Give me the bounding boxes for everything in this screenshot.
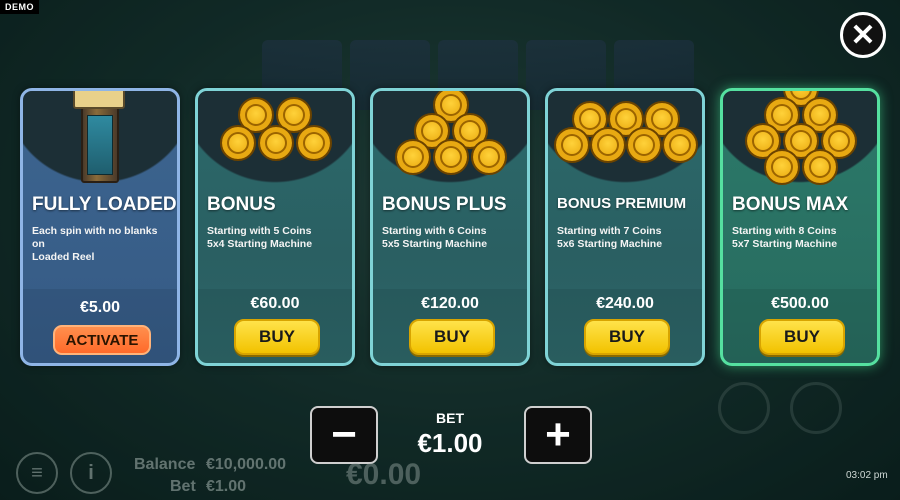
coin-icon: [471, 139, 507, 175]
tower-screen-icon: [87, 115, 113, 175]
card-bonus-max: BONUS MAX Starting with 8 Coins 5x7 Star…: [720, 88, 880, 366]
coin-icon: [296, 125, 332, 161]
description-line: Starting with 6 Coins: [382, 225, 487, 237]
description-line: 5x6 Starting Machine: [557, 238, 663, 250]
card-bonus: BONUS Starting with 5 Coins 5x4 Starting…: [195, 88, 355, 366]
coin-icon: [220, 125, 256, 161]
card-fully-loaded: FULLY LOADED Each spin with no blanks on…: [20, 88, 180, 366]
close-button[interactable]: ✕: [840, 12, 886, 58]
card-art: [723, 91, 877, 185]
description-line: 5x7 Starting Machine: [732, 238, 838, 250]
card-description: Starting with 6 Coins 5x5 Starting Machi…: [382, 225, 521, 251]
card-description: Starting with 7 Coins 5x6 Starting Machi…: [557, 225, 696, 251]
balance-label: Balance: [134, 456, 196, 473]
coin-icon: [433, 139, 469, 175]
buy-button[interactable]: BUY: [409, 319, 495, 355]
card-art: [373, 91, 527, 183]
coin-icon: [802, 149, 838, 185]
description-line: Starting with 7 Coins: [557, 225, 662, 237]
menu-icon: ≡: [16, 452, 58, 494]
tower-cap-icon: [73, 91, 125, 109]
card-title: BONUS PREMIUM: [557, 195, 687, 212]
description-line: 5x4 Starting Machine: [207, 238, 313, 250]
description-line: 5x5 Starting Machine: [382, 238, 488, 250]
activate-button[interactable]: ACTIVATE: [53, 325, 151, 355]
card-art: [23, 91, 177, 183]
buy-button[interactable]: BUY: [234, 319, 320, 355]
card-price: €120.00: [421, 295, 479, 312]
card-bonus-premium: BONUS PREMIUM Starting with 7 Coins 5x6 …: [545, 88, 705, 366]
card-art: [198, 91, 352, 183]
card-price: €240.00: [596, 295, 654, 312]
bet-label: BET: [436, 410, 464, 426]
card-title: BONUS PLUS: [382, 194, 507, 215]
coin-icon: [626, 127, 662, 163]
buy-button[interactable]: BUY: [759, 319, 845, 355]
info-icon: i: [70, 452, 112, 494]
footer-bet-label: Bet: [170, 478, 196, 495]
coin-icon: [258, 125, 294, 161]
bet-value: €1.00: [417, 428, 483, 458]
coin-icon: [662, 127, 698, 163]
description-line: Each spin with no blanks on: [32, 225, 158, 250]
bet-decrease-button[interactable]: −: [310, 406, 378, 464]
card-description: Starting with 5 Coins 5x4 Starting Machi…: [207, 225, 346, 251]
bonus-buy-cards: FULLY LOADED Each spin with no blanks on…: [20, 88, 882, 368]
coin-icon: [590, 127, 626, 163]
demo-badge: DEMO: [0, 0, 39, 14]
win-amount: €0.00: [346, 458, 422, 491]
card-price: €500.00: [771, 295, 829, 312]
description-line: Starting with 5 Coins: [207, 225, 312, 237]
footer-bet-value: €1.00: [206, 478, 247, 495]
card-title: BONUS MAX: [732, 194, 849, 215]
card-title: FULLY LOADED: [32, 194, 177, 215]
card-title: BONUS: [207, 194, 276, 215]
autoplay-button: [790, 382, 842, 434]
card-price: €60.00: [250, 295, 300, 312]
buy-button[interactable]: BUY: [584, 319, 670, 355]
coin-icon: [395, 139, 431, 175]
balance-value: €10,000.00: [206, 456, 287, 473]
card-price: €5.00: [79, 299, 121, 316]
bet-increase-button[interactable]: +: [524, 406, 592, 464]
card-art: [548, 91, 702, 183]
card-description: Each spin with no blanks on Loaded Reel: [32, 225, 171, 264]
description-line: Loaded Reel: [32, 251, 95, 263]
card-description: Starting with 8 Coins 5x7 Starting Machi…: [732, 225, 871, 251]
coin-icon: [764, 149, 800, 185]
turbo-button: [718, 382, 770, 434]
coin-icon: [554, 127, 590, 163]
card-bonus-plus: BONUS PLUS Starting with 6 Coins 5x5 Sta…: [370, 88, 530, 366]
description-line: Starting with 8 Coins: [732, 225, 837, 237]
clock: 03:02 pm: [846, 470, 888, 481]
